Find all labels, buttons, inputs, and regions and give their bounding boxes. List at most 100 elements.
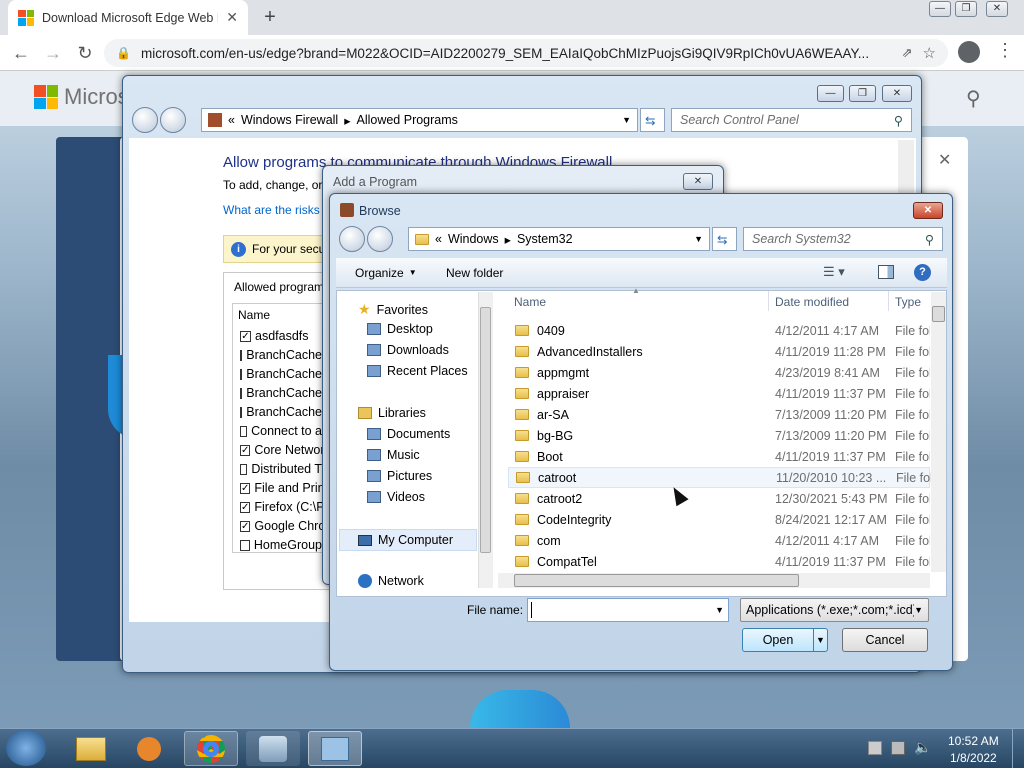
- fw-close-button[interactable]: ✕: [882, 85, 912, 102]
- refresh-button[interactable]: ⇆: [712, 227, 737, 251]
- browse-close-button[interactable]: ✕: [913, 202, 943, 219]
- file-row[interactable]: catroot2 12/30/2021 5:43 PM File fol: [508, 488, 930, 509]
- nav-item[interactable]: Music: [367, 448, 420, 462]
- breadcrumb-item[interactable]: System32: [517, 232, 573, 246]
- file-row[interactable]: catroot 11/20/2010 10:23 ... File fol: [508, 467, 931, 488]
- nav-item[interactable]: Documents: [367, 427, 450, 441]
- cancel-button[interactable]: Cancel: [842, 628, 928, 652]
- program-checkbox[interactable]: [240, 349, 243, 361]
- chevron-down-icon[interactable]: ▼: [622, 115, 631, 125]
- fw-address-bar[interactable]: « Windows Firewall ▸ Allowed Programs ▼: [201, 108, 638, 132]
- browse-address-bar[interactable]: « Windows ▸ System32 ▼: [408, 227, 710, 251]
- taskbar-media-player-icon[interactable]: [122, 731, 176, 766]
- chevron-down-icon[interactable]: ▼: [715, 605, 724, 615]
- close-tab-icon[interactable]: ✕: [226, 9, 238, 26]
- program-checkbox[interactable]: ✓: [240, 482, 251, 494]
- browse-search-input[interactable]: Search System32 ⚲: [743, 227, 943, 251]
- preview-pane-icon[interactable]: [878, 265, 894, 279]
- program-checkbox[interactable]: [240, 406, 243, 418]
- maximize-button[interactable]: ❐: [955, 1, 977, 17]
- new-tab-button[interactable]: +: [256, 4, 284, 32]
- nav-network[interactable]: Network: [358, 574, 424, 588]
- file-list-scrollbar[interactable]: [931, 292, 946, 572]
- view-options-icon[interactable]: ☰ ▾: [823, 264, 845, 280]
- program-checkbox[interactable]: [240, 539, 250, 551]
- breadcrumb-item[interactable]: Windows: [448, 232, 499, 246]
- program-row[interactable]: ✓ Google Chro: [240, 519, 322, 533]
- fw-maximize-button[interactable]: ❐: [849, 85, 876, 102]
- close-window-button[interactable]: ✕: [986, 1, 1008, 17]
- modal-close-icon[interactable]: ✕: [938, 150, 951, 170]
- taskbar-chrome-icon[interactable]: [184, 731, 238, 766]
- program-row[interactable]: BranchCache: [240, 348, 322, 362]
- show-desktop-button[interactable]: [1012, 729, 1024, 768]
- program-checkbox[interactable]: ✓: [240, 330, 251, 342]
- program-row[interactable]: HomeGroup: [240, 538, 322, 552]
- nav-scroll-thumb[interactable]: [480, 307, 491, 553]
- program-checkbox[interactable]: ✓: [240, 501, 251, 513]
- breadcrumb-item[interactable]: Windows Firewall: [241, 113, 338, 127]
- program-row[interactable]: Connect to a: [240, 424, 322, 438]
- action-center-icon[interactable]: [868, 741, 882, 755]
- risks-link[interactable]: What are the risks o: [223, 203, 330, 217]
- nav-item[interactable]: Pictures: [367, 469, 432, 483]
- new-folder-button[interactable]: New folder: [446, 266, 503, 280]
- address-bar[interactable]: 🔒 microsoft.com/en-us/edge?brand=M022&OC…: [104, 39, 948, 67]
- program-row[interactable]: ✓ File and Print: [240, 481, 322, 495]
- program-row[interactable]: BranchCache: [240, 405, 322, 419]
- taskbar-explorer-icon[interactable]: [64, 731, 118, 766]
- program-row[interactable]: ✓ Core Networ: [240, 443, 322, 457]
- file-type-select[interactable]: Applications (*.exe;*.com;*.icd) ▼: [740, 598, 929, 622]
- file-row[interactable]: 0409 4/12/2011 4:17 AM File fol: [508, 320, 930, 341]
- forward-icon[interactable]: [160, 107, 186, 133]
- program-checkbox[interactable]: [240, 368, 243, 380]
- taskbar-control-panel-icon[interactable]: [246, 731, 300, 766]
- nav-my-computer[interactable]: My Computer: [339, 529, 477, 551]
- chevron-down-icon[interactable]: ▼: [813, 629, 827, 651]
- file-row[interactable]: bg-BG 7/13/2009 11:20 PM File fol: [508, 425, 930, 446]
- file-row[interactable]: AdvancedInstallers 4/11/2019 11:28 PM File…: [508, 341, 930, 362]
- file-row[interactable]: CodeIntegrity 8/24/2021 12:17 AM File fol: [508, 509, 930, 530]
- file-row[interactable]: appmgmt 4/23/2019 8:41 AM File fol: [508, 362, 930, 383]
- start-button[interactable]: [6, 730, 46, 766]
- nav-item[interactable]: Videos: [367, 490, 425, 504]
- program-row[interactable]: ✓ Firefox (C:\P: [240, 500, 322, 514]
- forward-icon[interactable]: [367, 226, 393, 252]
- nav-item[interactable]: Downloads: [367, 343, 449, 357]
- column-header-name[interactable]: Name: [238, 308, 270, 322]
- bookmark-star-icon[interactable]: ☆: [923, 44, 936, 62]
- column-header-name[interactable]: Name: [514, 295, 546, 309]
- program-checkbox[interactable]: [240, 463, 248, 475]
- clock-time[interactable]: 10:52 AM: [948, 734, 999, 748]
- file-row[interactable]: Boot 4/11/2019 11:37 PM File fol: [508, 446, 930, 467]
- program-checkbox[interactable]: ✓: [240, 520, 251, 532]
- scroll-thumb[interactable]: [932, 306, 945, 322]
- reload-icon[interactable]: ↻: [72, 40, 98, 66]
- program-checkbox[interactable]: [240, 387, 243, 399]
- network-tray-icon[interactable]: [891, 741, 905, 755]
- file-row[interactable]: ar-SA 7/13/2009 11:20 PM File fol: [508, 404, 930, 425]
- nav-item[interactable]: Desktop: [367, 322, 433, 336]
- breadcrumb-item[interactable]: Allowed Programs: [356, 113, 457, 127]
- refresh-button[interactable]: ⇆: [640, 108, 665, 132]
- program-checkbox[interactable]: ✓: [240, 444, 251, 456]
- forward-icon[interactable]: →: [40, 40, 66, 66]
- share-icon[interactable]: ⇗: [902, 45, 913, 61]
- clock-date[interactable]: 1/8/2022: [950, 751, 997, 765]
- help-icon[interactable]: ?: [914, 264, 931, 281]
- open-button[interactable]: Open ▼: [742, 628, 828, 652]
- h-scroll-thumb[interactable]: [514, 574, 799, 587]
- taskbar-firewall-icon[interactable]: [308, 731, 362, 766]
- browser-tab[interactable]: Download Microsoft Edge Web B ✕: [8, 0, 248, 35]
- file-row[interactable]: appraiser 4/11/2019 11:37 PM File fol: [508, 383, 930, 404]
- column-header-type[interactable]: Type: [895, 295, 921, 309]
- column-header-date[interactable]: Date modified: [775, 295, 849, 309]
- organize-button[interactable]: Organize ▼: [355, 266, 417, 280]
- back-icon[interactable]: ←: [8, 40, 34, 66]
- file-row[interactable]: com 4/12/2011 4:17 AM File fol: [508, 530, 930, 551]
- nav-libraries[interactable]: Libraries: [358, 406, 426, 420]
- nav-favorites[interactable]: ★ Favorites: [358, 301, 428, 318]
- menu-icon[interactable]: ⋮: [996, 40, 1014, 61]
- program-checkbox[interactable]: [240, 425, 248, 437]
- volume-icon[interactable]: 🔈: [914, 739, 931, 756]
